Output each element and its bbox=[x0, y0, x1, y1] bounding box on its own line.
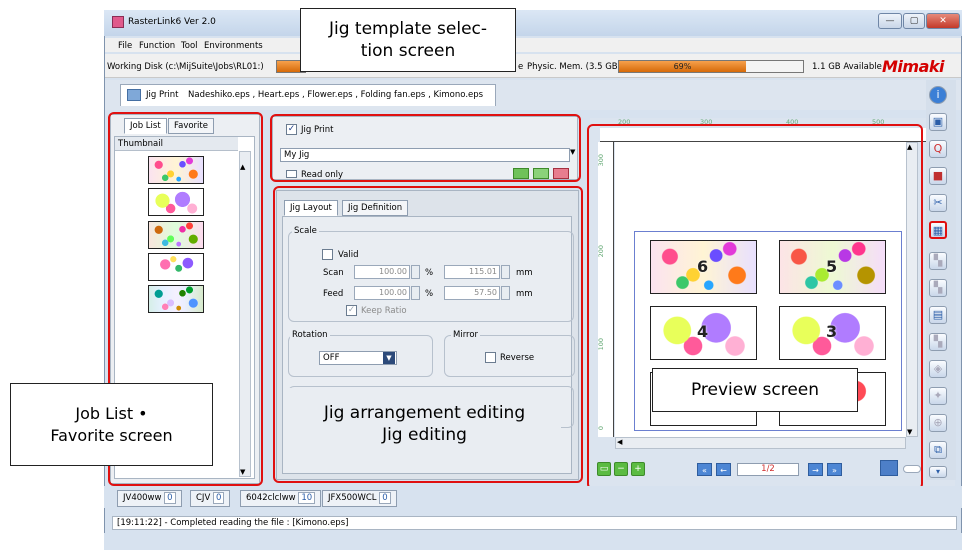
printer-tab-6042clclww[interactable]: 6042clclww 10 bbox=[240, 490, 322, 507]
printer-name: JV400ww bbox=[123, 493, 162, 503]
disabled-tool-2-icon: ▚ bbox=[929, 279, 947, 297]
printer-tab-strip bbox=[104, 486, 962, 508]
close-button[interactable]: ✕ bbox=[926, 13, 960, 29]
callout-job-list: Job List • Favorite screen bbox=[10, 383, 213, 466]
menu-file[interactable]: File bbox=[118, 41, 132, 51]
maximize-button[interactable]: ▢ bbox=[903, 13, 925, 29]
minimize-button[interactable]: — bbox=[878, 13, 902, 29]
callout-jig-template: Jig template selec- tion screen bbox=[300, 8, 516, 72]
color-icon[interactable]: ■ bbox=[929, 167, 947, 185]
title-bar bbox=[104, 10, 962, 36]
memory-meter-fill: 69% bbox=[619, 61, 746, 72]
printer-count: 10 bbox=[298, 492, 316, 504]
printer-name: JFX500WCL bbox=[328, 493, 377, 503]
disabled-tool-4-icon: ◈ bbox=[929, 360, 947, 378]
printer-tab-jfx500wcl[interactable]: JFX500WCL 0 bbox=[322, 490, 397, 507]
quality-icon[interactable]: Q bbox=[929, 140, 947, 158]
job-tab-label: Jig Print bbox=[146, 90, 179, 100]
job-tab-files: Nadeshiko.eps , Heart.eps , Flower.eps ,… bbox=[188, 90, 484, 100]
menu-function[interactable]: Function bbox=[139, 41, 175, 51]
preview-highlight bbox=[587, 124, 923, 490]
more-tools-icon[interactable]: ▾ bbox=[929, 466, 947, 478]
copy-icon[interactable]: ⧉ bbox=[929, 441, 947, 459]
jig-print-icon bbox=[127, 89, 141, 101]
menu-tool[interactable]: Tool bbox=[181, 41, 198, 51]
memory-meter: 69% bbox=[618, 60, 804, 73]
printer-name: 6042clclww bbox=[246, 493, 296, 503]
disabled-tool-3-icon: ▚ bbox=[929, 333, 947, 351]
jig-template-highlight bbox=[270, 114, 581, 182]
printer-tab-cjv[interactable]: CJV 0 bbox=[190, 490, 231, 507]
working-disk-label: Working Disk (c:\MijSuite\Jobs\RL01:) bbox=[107, 62, 264, 72]
available-memory: 1.1 GB Available bbox=[812, 62, 882, 72]
properties-icon[interactable]: ▣ bbox=[929, 113, 947, 131]
disabled-tool-1-icon: ▚ bbox=[929, 252, 947, 270]
disabled-tool-6-icon: ⊕ bbox=[929, 414, 947, 432]
printer-count: 0 bbox=[212, 492, 225, 504]
status-bar bbox=[104, 533, 962, 550]
callout-preview: Preview screen bbox=[652, 368, 858, 412]
printer-tab-jv400ww[interactable]: JV400ww 0 bbox=[117, 490, 182, 507]
log-area: [19:11:22] - Completed reading the file … bbox=[112, 516, 957, 530]
printer-name: CJV bbox=[196, 493, 211, 503]
window-title: RasterLink6 Ver 2.0 bbox=[128, 17, 216, 27]
printer-count: 0 bbox=[379, 492, 391, 504]
disabled-tool-5-icon: ✦ bbox=[929, 387, 947, 405]
app-icon bbox=[112, 16, 124, 28]
layout-icon[interactable]: ▤ bbox=[929, 306, 947, 324]
mimaki-logo: Mimaki bbox=[882, 57, 945, 76]
memory-label: Physic. Mem. (3.5 GB) bbox=[527, 62, 621, 72]
menu-environments[interactable]: Environments bbox=[204, 41, 263, 51]
mem-prefix: e bbox=[518, 62, 524, 72]
printer-count: 0 bbox=[164, 492, 176, 504]
cut-icon[interactable]: ✂ bbox=[929, 194, 947, 212]
callout-jig-arrangement: Jig arrangement editing Jig editing bbox=[288, 388, 561, 459]
info-icon[interactable]: i bbox=[929, 86, 947, 104]
jig-print-tool-icon[interactable]: ▦ bbox=[929, 221, 947, 239]
